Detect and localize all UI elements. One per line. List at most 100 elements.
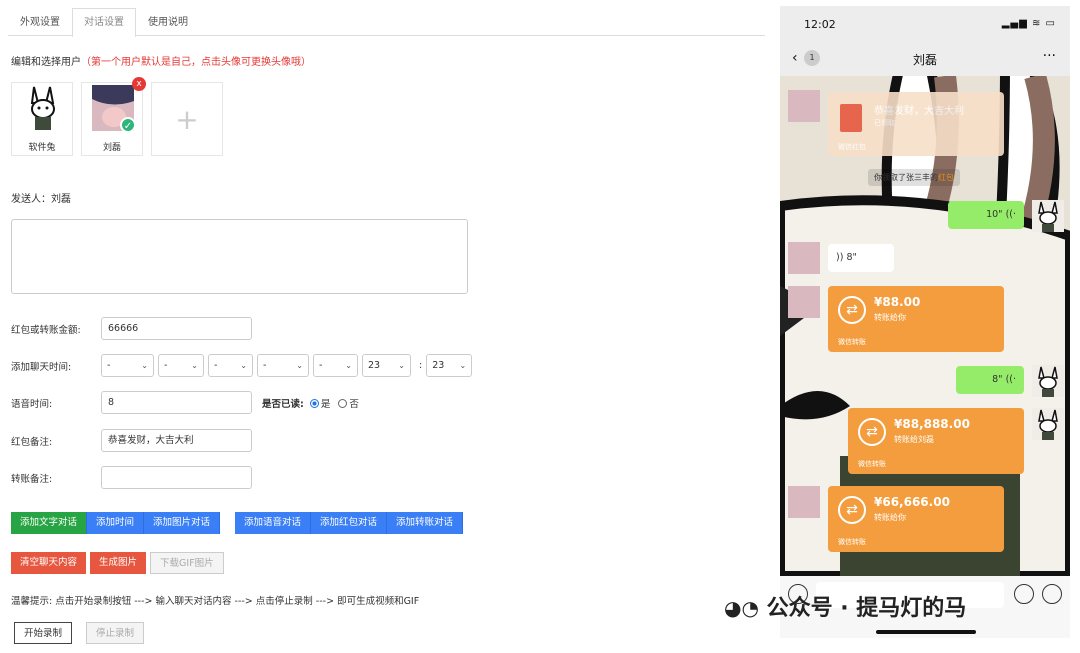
transfer-icon: ⇄: [838, 496, 866, 524]
add-transfer-button[interactable]: 添加转账对话: [387, 512, 464, 534]
more-icon[interactable]: ···: [1043, 48, 1056, 64]
redpacket-text: 恭喜发财，大吉大利: [874, 106, 964, 117]
tip-text: 温馨提示: 点击开始录制按钮 ---> 输入聊天对话内容 ---> 点击停止录制…: [11, 596, 420, 607]
signal-wifi-battery-icon: ▂▄▆ ≋ ▭: [1001, 18, 1056, 29]
rabbit-avatar: [1032, 408, 1064, 440]
user-hint-note: （第一个用户默认是自己，点击头像可更换头像哦）: [81, 57, 311, 68]
transfer-icon: ⇄: [858, 418, 886, 446]
clear-chat-button[interactable]: 清空聊天内容: [11, 552, 87, 574]
chevron-down-icon: ⌄: [141, 361, 148, 370]
phone-preview: 12:02 ▂▄▆ ≋ ▭ ‹ 1 刘磊 ··· 恭喜发财，大吉大利 已领取 微…: [780, 6, 1070, 638]
sender-label: 发送人：刘磊: [11, 194, 71, 205]
system-message: 你领取了张三丰的红包: [868, 169, 960, 186]
transfer-bubble-1[interactable]: ⇄ ¥88.00 转账给你 微信转账: [828, 286, 1004, 352]
start-record-button[interactable]: 开始录制: [14, 622, 73, 644]
chevron-down-icon: ⌄: [398, 361, 405, 370]
redpacket-label: 红包备注:: [11, 436, 53, 448]
voice-bubble-them[interactable]: )) 8": [828, 244, 894, 272]
voice-bubble-me[interactable]: 8" ((·: [956, 366, 1024, 394]
redpacket-sub: 已领取: [874, 119, 895, 127]
user-list: 软件兔 x ✓ 刘磊 +: [11, 77, 223, 156]
voice-row: 语音时间: 8 是否已读: 是 否: [11, 391, 359, 414]
time-row: 添加聊天时间: - ⌄ - ⌄ - ⌄ - ⌄ - ⌄ 23 ⌄ : 23 ⌄: [11, 354, 476, 377]
user-hint-label: 编辑和选择用户: [11, 57, 81, 68]
delete-user-icon[interactable]: x: [132, 77, 146, 91]
dialog-button-group-2: 添加语音对话 添加红包对话 添加转账对话: [235, 512, 464, 534]
add-time-button[interactable]: 添加时间: [87, 512, 145, 534]
minute-select[interactable]: 23 ⌄: [426, 354, 473, 377]
transfer-bubble-2[interactable]: ⇄ ¥88,888.00 转账给刘磊 微信转账: [848, 408, 1024, 474]
tab-instructions[interactable]: 使用说明: [136, 8, 200, 36]
action-button-group: 清空聊天内容 生成图片 下载GIF图片: [11, 552, 224, 574]
redpacket-bubble[interactable]: 恭喜发财，大吉大利 已领取 微信红包: [828, 92, 1004, 156]
tab-bar: 外观设置 对话设置 使用说明: [8, 8, 765, 37]
transfer-label: 转账备注:: [11, 473, 53, 485]
stop-record-button[interactable]: 停止录制: [86, 622, 145, 644]
redpacket-icon: [840, 104, 862, 132]
liulei-avatar: [788, 90, 820, 122]
transfer-bubble-3[interactable]: ⇄ ¥66,666.00 转账给你 微信转账: [828, 486, 1004, 552]
voice-bubble-me[interactable]: 10" ((·: [948, 201, 1024, 229]
user-name: 刘磊: [102, 143, 121, 153]
message-textarea[interactable]: [11, 219, 468, 294]
voice-icon: )): [836, 252, 847, 263]
month-select[interactable]: - ⌄: [158, 354, 204, 377]
year-select[interactable]: - ⌄: [101, 354, 154, 377]
add-redpacket-button[interactable]: 添加红包对话: [311, 512, 388, 534]
user-card-rabbit[interactable]: 软件兔: [11, 82, 73, 156]
radio-icon: [338, 398, 348, 408]
rabbit-avatar[interactable]: [22, 85, 64, 131]
hour-select[interactable]: 23 ⌄: [362, 354, 411, 377]
tab-dialog-settings[interactable]: 对话设置: [72, 8, 136, 37]
user-card-liulei[interactable]: x ✓ 刘磊: [81, 77, 146, 156]
add-text-button[interactable]: 添加文字对话: [11, 512, 88, 534]
chevron-down-icon: ⌄: [345, 361, 352, 370]
transfer-input[interactable]: [101, 466, 252, 489]
liulei-avatar: [788, 486, 820, 518]
tab-appearance[interactable]: 外观设置: [8, 8, 72, 36]
plus-circle-icon[interactable]: [1042, 584, 1062, 604]
voice-icon: ((·: [1005, 209, 1016, 220]
chevron-down-icon: ⌄: [240, 361, 247, 370]
watermark: ◕◔ 公众号 · 提马灯的马: [724, 596, 967, 621]
liulei-avatar: [788, 286, 820, 318]
status-time: 12:02: [804, 18, 836, 31]
add-image-button[interactable]: 添加图片对话: [144, 512, 221, 534]
download-gif-button[interactable]: 下载GIF图片: [150, 552, 224, 574]
rabbit-avatar: [1032, 365, 1064, 397]
voice-input[interactable]: 8: [101, 391, 252, 414]
redpacket-input[interactable]: 恭喜发财，大吉大利: [101, 429, 252, 452]
voice-icon: ((·: [1005, 374, 1016, 385]
liulei-avatar: [788, 242, 820, 274]
record-button-group: 开始录制 停止录制: [14, 622, 145, 644]
user-name: 软件兔: [28, 143, 56, 153]
transfer-icon: ⇄: [838, 296, 866, 324]
weekday-select[interactable]: - ⌄: [257, 354, 309, 377]
read-label: 是否已读:: [262, 398, 304, 410]
transfer-row: 转账备注:: [11, 466, 252, 489]
amount-row: 红包或转账金额: 66666: [11, 317, 252, 340]
amount-input[interactable]: 66666: [101, 317, 252, 340]
voice-label: 语音时间:: [11, 398, 53, 410]
status-bar: 12:02 ▂▄▆ ≋ ▭: [780, 6, 1070, 42]
add-user-button[interactable]: +: [151, 82, 223, 156]
generate-image-button[interactable]: 生成图片: [90, 552, 147, 574]
redpacket-foot: 微信红包: [838, 143, 866, 151]
time-separator: :: [419, 360, 423, 371]
wechat-icon: ◕◔: [724, 596, 759, 620]
add-voice-button[interactable]: 添加语音对话: [235, 512, 312, 534]
emoji-icon[interactable]: [1014, 584, 1034, 604]
rabbit-avatar: [1032, 200, 1064, 232]
day-select[interactable]: - ⌄: [208, 354, 253, 377]
read-yes-radio[interactable]: 是: [309, 396, 330, 410]
read-no-radio[interactable]: 否: [338, 396, 359, 410]
plus-icon: +: [175, 103, 199, 136]
chevron-down-icon: ⌄: [296, 361, 303, 370]
chat-title: 刘磊: [912, 53, 937, 67]
time-label: 添加聊天时间:: [11, 361, 72, 373]
period-select[interactable]: - ⌄: [313, 354, 358, 377]
dialog-button-group-1: 添加文字对话 添加时间 添加图片对话: [11, 512, 221, 534]
redpacket-row: 红包备注: 恭喜发财，大吉大利: [11, 429, 252, 452]
chevron-down-icon: ⌄: [459, 361, 467, 370]
chevron-down-icon: ⌄: [191, 361, 198, 370]
